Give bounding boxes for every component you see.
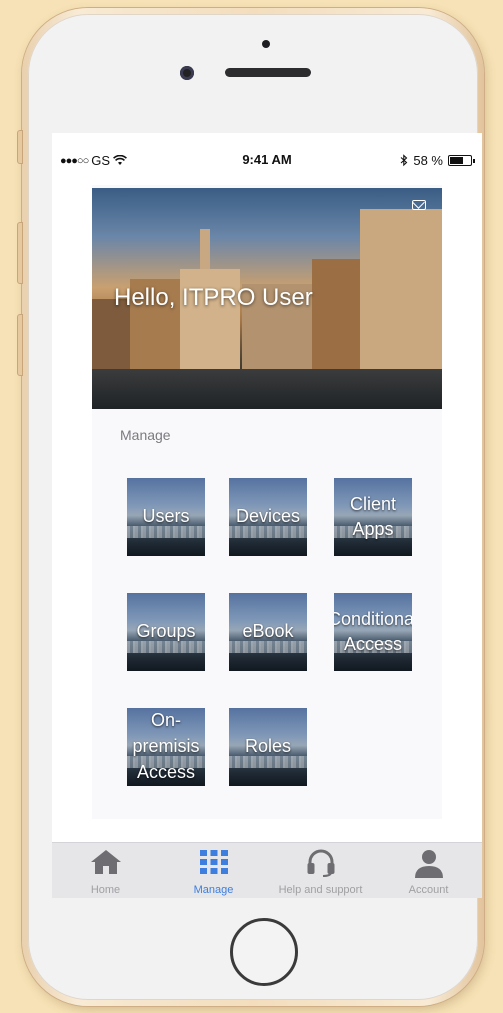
tile-client-apps[interactable]: Client Apps — [334, 478, 412, 556]
tile-users[interactable]: Users — [127, 478, 205, 556]
tile-label-line1: Roles — [244, 736, 292, 757]
tab-account-label: Account — [408, 884, 449, 896]
tab-help-label: Help and support — [278, 884, 363, 896]
tab-manage-label: Manage — [193, 884, 234, 896]
tab-manage[interactable]: Manage — [160, 843, 267, 898]
tile-label: Users — [142, 504, 189, 529]
hero-banner: Hello, ITPRO User — [92, 188, 442, 409]
volume-down-button — [17, 314, 23, 376]
home-button[interactable] — [230, 918, 298, 986]
hero-building — [312, 259, 362, 379]
tab-account[interactable]: Account — [375, 843, 482, 898]
mute-switch — [17, 130, 23, 164]
mail-icon[interactable] — [412, 200, 426, 210]
tile-groups[interactable]: Groups — [127, 593, 205, 671]
tile-label-line1: Devices — [235, 506, 301, 527]
hero-canal — [92, 369, 442, 409]
greeting-title: Hello, ITPRO User — [114, 284, 313, 311]
tile-label-line2: Apps — [352, 519, 394, 539]
tile-label: Groups — [136, 619, 195, 644]
battery-percent: 58 % — [413, 153, 443, 168]
home-icon — [90, 850, 121, 874]
user-icon — [414, 850, 443, 878]
tile-label-line1: Users — [142, 506, 190, 527]
tile-label-line1: Conditional — [334, 608, 412, 629]
screen: ●●●○○ GS 9:41 AM 58 % Hello, ITPRO User … — [52, 133, 482, 898]
tile-label: On-premisis Access — [127, 708, 205, 785]
tile-conditional-access[interactable]: Conditional Access — [334, 593, 412, 671]
tile-devices[interactable]: Devices — [229, 478, 307, 556]
tab-bar: Home Manage Help and support Account — [52, 842, 482, 898]
headset-icon — [307, 849, 334, 877]
tile-label: eBook — [242, 619, 293, 644]
grid-icon — [199, 850, 228, 874]
proximity-sensor — [262, 40, 270, 48]
tab-help-and-support[interactable]: Help and support — [267, 843, 374, 898]
tab-home-label: Home — [90, 884, 121, 896]
volume-up-button — [17, 222, 23, 284]
tile-ebook[interactable]: eBook — [229, 593, 307, 671]
tile-label: Client Apps — [350, 492, 396, 542]
tile-label-line1: On-premisis — [132, 710, 200, 757]
hero-building — [360, 209, 442, 379]
tile-label-line1: Groups — [136, 621, 196, 642]
front-camera — [180, 66, 194, 80]
earpiece-speaker — [225, 68, 311, 77]
tile-label-line2: Access — [343, 634, 403, 654]
tile-roles[interactable]: Roles — [229, 708, 307, 786]
tile-on-premisis-access[interactable]: On-premisis Access — [127, 708, 205, 786]
battery-icon — [448, 155, 475, 166]
bluetooth-icon — [400, 154, 408, 167]
tile-label-line1: Client — [349, 493, 397, 514]
tile-label: Roles — [245, 734, 291, 759]
tile-label: Devices — [236, 504, 300, 529]
tab-home[interactable]: Home — [52, 843, 159, 898]
manage-section-label: Manage — [120, 427, 171, 443]
tile-label: Conditional Access — [334, 607, 412, 657]
tile-label-line2: Access — [136, 761, 196, 782]
status-bar: ●●●○○ GS 9:41 AM 58 % — [52, 133, 482, 185]
status-right: 58 % — [400, 153, 475, 168]
main-content: Hello, ITPRO User Manage Users Devices C… — [92, 185, 442, 819]
tile-label-line1: eBook — [242, 621, 294, 642]
